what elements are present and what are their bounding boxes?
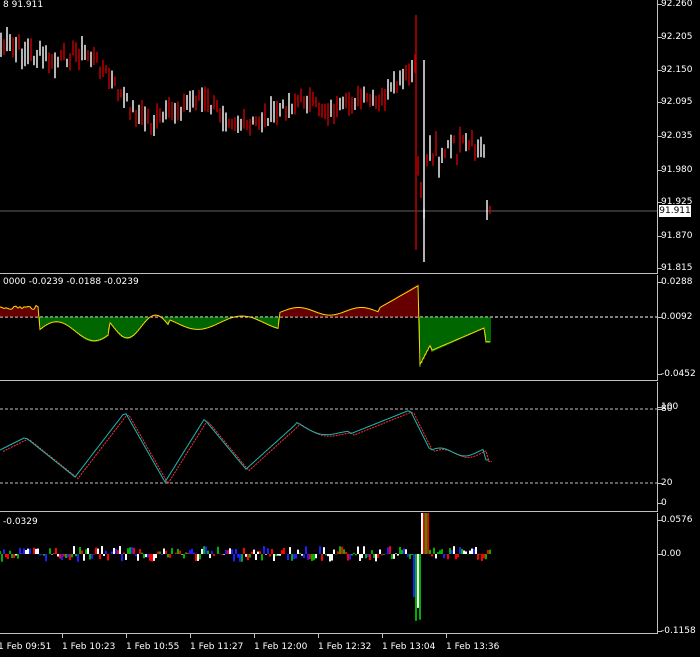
scale-tick-label: 91.815 — [661, 263, 693, 273]
oscillator-scale[interactable]: 0.0576 0.00 -0.1158 — [657, 513, 700, 636]
stoch-main-line — [0, 410, 489, 483]
macd-pane-label: 0000 -0.0239 -0.0188 -0.0239 — [3, 277, 139, 287]
price-bars — [0, 15, 657, 262]
scale-tick-label: 80 — [661, 404, 673, 414]
oscillator-pane-label: -0.0329 — [3, 517, 38, 527]
scale-tick-label: 20 — [661, 478, 673, 488]
oscillator-histogram — [0, 513, 491, 621]
time-tick-label: 1 Feb 11:27 — [190, 642, 244, 652]
scale-tick-label: 91.870 — [661, 231, 693, 241]
current-price-tag: 91.911 — [659, 205, 691, 217]
scale-tick-label: 92.260 — [661, 0, 693, 9]
time-tick-label: 1 Feb 12:32 — [318, 642, 372, 652]
time-tick-label: 1 Feb 13:36 — [446, 642, 500, 652]
scale-tick-label: 0.0288 — [661, 277, 693, 287]
time-tick-mark — [62, 634, 63, 638]
time-tick-label: 1 Feb 12:00 — [254, 642, 308, 652]
time-tick-mark — [190, 634, 191, 638]
macd-scale[interactable]: 0.0288 0.0092 -0.0452 — [657, 275, 700, 381]
stochastic-scale[interactable]: 100 80 20 0 — [657, 382, 700, 512]
time-tick-mark — [382, 634, 383, 638]
price-scale[interactable]: 92.260 92.205 92.150 92.095 92.035 91.980 91.9… — [657, 0, 700, 274]
stoch-signal-line — [2, 411, 492, 485]
scale-tick-label: 92.205 — [661, 32, 693, 42]
oscillator-pane[interactable]: -0.0329 — [0, 513, 657, 634]
scale-tick-label: 0.00 — [661, 549, 682, 559]
time-tick-label: 1 Feb 10:23 — [62, 642, 116, 652]
time-tick-label: 1 Feb 10:55 — [126, 642, 180, 652]
stochastic-pane[interactable] — [0, 382, 657, 512]
time-tick-mark — [446, 634, 447, 638]
scale-tick-label: 92.150 — [661, 65, 693, 75]
time-tick-label: 1 Feb 09:51 — [0, 642, 52, 652]
macd-histogram — [0, 284, 657, 367]
scale-tick-label: 92.035 — [661, 131, 693, 141]
scale-tick-label: 0.0092 — [661, 312, 693, 322]
scale-tick-label: 0 — [661, 498, 667, 508]
price-chart-pane[interactable]: 8 91.911 — [0, 0, 657, 274]
scale-tick-label: -0.0452 — [661, 369, 696, 379]
macd-pane[interactable]: 0000 -0.0239 -0.0188 -0.0239 — [0, 275, 657, 381]
time-axis: 1 Feb 09:51 1 Feb 10:23 1 Feb 10:55 1 Feb 1… — [0, 634, 700, 657]
scale-tick-label: 91.980 — [661, 165, 693, 175]
time-tick-mark — [318, 634, 319, 638]
stochastic-lines — [0, 408, 657, 485]
scale-tick-label: 0.0576 — [661, 515, 693, 525]
price-pane-label: 8 91.911 — [3, 0, 44, 10]
scale-tick-label: 92.095 — [661, 97, 693, 107]
time-tick-mark — [126, 634, 127, 638]
time-tick-label: 1 Feb 13:04 — [382, 642, 436, 652]
time-tick-mark — [254, 634, 255, 638]
